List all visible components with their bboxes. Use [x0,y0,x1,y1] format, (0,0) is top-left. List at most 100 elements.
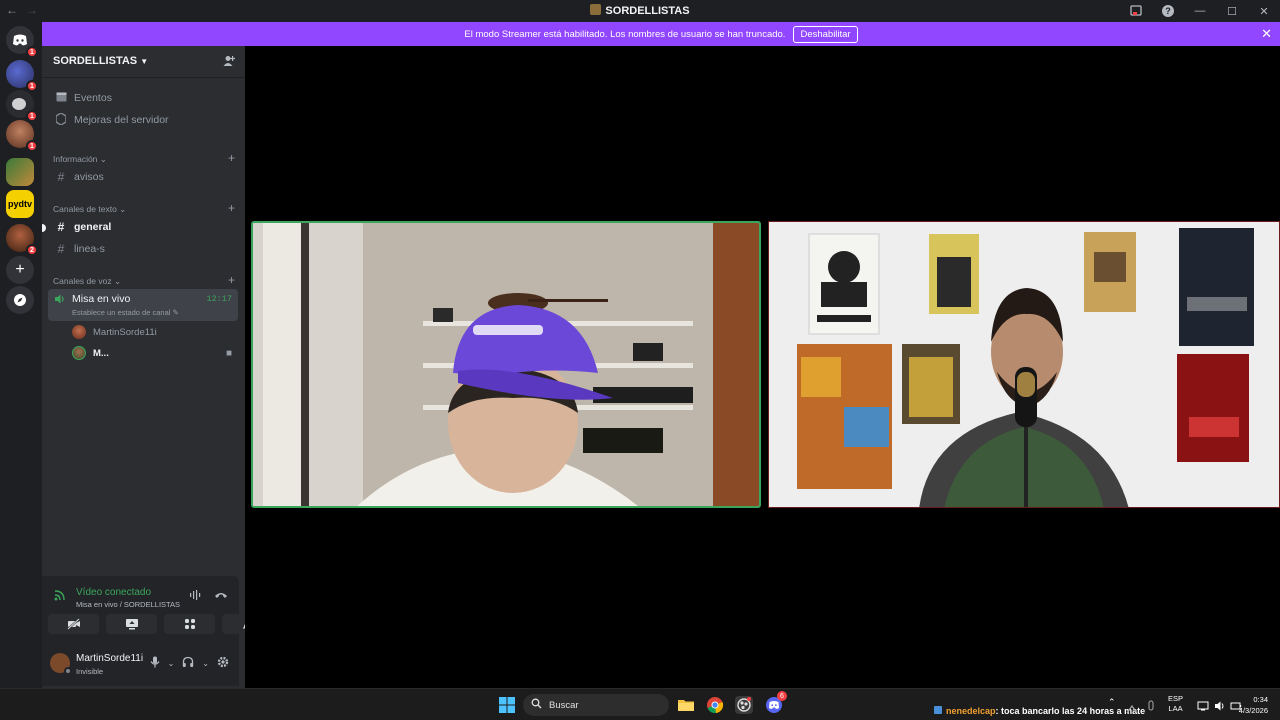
channel-linea-s[interactable]: # linea-s [50,239,238,259]
inbox-icon[interactable] [1120,0,1152,22]
language-code: ESP [1168,694,1184,703]
discord-badge: 6 [777,691,787,701]
pydtv-server-icon[interactable]: pydtv [6,190,34,218]
voice-user[interactable]: M... ■ [72,344,232,362]
taskbar-search[interactable]: Buscar [523,694,669,716]
server-icon-4[interactable] [6,158,34,186]
webcam-video-feed [769,222,1279,507]
unread-indicator [42,224,46,232]
server-icon-2[interactable]: 1 [6,90,38,122]
category-informacion[interactable]: Información ⌄ + [53,152,235,165]
maximize-button[interactable]: ☐ [1216,0,1248,22]
category-label: Información [53,154,98,164]
connection-status[interactable]: Vídeo conectado [76,587,151,598]
chevron-down-icon: ⌄ [119,204,127,214]
tray-chevron-icon[interactable]: ⌃ [1108,697,1116,708]
camera-off-button[interactable] [48,614,99,634]
server-icon-1[interactable]: 1 [6,60,38,92]
keyboard-layout: LAA [1168,704,1183,713]
banner-close-icon[interactable]: ✕ [1261,26,1272,42]
tray-app-icon[interactable] [1126,701,1138,719]
category-canales-voz[interactable]: Canales de voz ⌄ + [53,274,235,287]
channel-label: avisos [74,171,104,183]
text-channel-icon: # [57,170,65,184]
category-canales-texto[interactable]: Canales de texto ⌄ + [53,202,235,215]
avatar [72,325,86,339]
notification-badge: 1 [26,46,38,58]
speaker-icon [54,293,66,305]
video-tile-speaking[interactable] [251,221,761,508]
channel-general[interactable]: # general [50,217,238,237]
set-channel-status[interactable]: Establece un estado de canal ✎ [72,308,179,317]
volume-icon[interactable] [1214,699,1226,717]
server-list: 1 1 1 1 pydtv 2 + [0,22,42,688]
headphones-icon[interactable] [182,656,194,671]
add-channel-icon[interactable]: + [228,152,235,165]
clock-time: 0:34 [1253,695,1268,704]
activities-button[interactable] [164,614,215,634]
webcam-video-feed [253,223,759,506]
help-icon: ? [1162,5,1174,17]
voice-user[interactable]: MartinSorde11i [72,323,232,341]
server-name: SORDELLISTAS [53,55,138,67]
text-channel-icon: # [57,242,65,256]
network-icon[interactable] [1197,699,1209,717]
noise-suppression-icon[interactable] [189,589,201,604]
obs-icon[interactable] [735,696,753,714]
voice-user-name: M... [93,347,109,359]
share-screen-button[interactable] [106,614,157,634]
events-item[interactable]: Eventos [50,88,238,108]
clock[interactable]: 0:34 4/3/2026 [1239,694,1268,716]
microphone-icon[interactable] [150,656,160,671]
category-label: Canales de voz [53,276,112,286]
add-channel-icon[interactable]: + [228,202,235,215]
search-placeholder: Buscar [549,699,579,711]
language-indicator[interactable]: ESP LAA [1168,694,1183,714]
forward-arrow-icon[interactable]: → [26,3,38,17]
banner-text: El modo Streamer está habilitado. Los no… [464,28,786,40]
file-explorer-icon[interactable] [677,696,695,714]
user-name[interactable]: MartinSorde11i [76,653,143,664]
chevron-down-icon[interactable]: ⌄ [202,659,209,668]
chevron-down-icon[interactable]: ⌄ [168,659,175,668]
add-channel-icon[interactable]: + [228,274,235,287]
video-tile[interactable] [768,221,1280,508]
invite-member-icon[interactable] [223,55,236,70]
title-bar: ← → SORDELLISTAS ? — ☐ ✕ [0,0,1280,22]
close-button[interactable]: ✕ [1248,0,1280,22]
discord-logo-icon [13,34,27,46]
user-status: Invisible [76,667,104,676]
chevron-down-icon: ⌄ [99,154,107,164]
help-button[interactable]: ? [1152,0,1184,22]
discover-icon[interactable] [6,286,34,314]
channel-avisos[interactable]: # avisos [50,167,238,187]
tray-cloud-icon[interactable] [1146,699,1156,717]
direct-messages-button[interactable]: 1 [6,26,38,58]
server-icon-3[interactable]: 1 [6,120,38,152]
activities-icon [184,619,195,629]
discord-taskbar-icon[interactable]: 6 [765,691,787,714]
connection-location: Misa en vivo / SORDELLISTAS [76,600,181,609]
clock-date: 4/3/2026 [1238,706,1268,715]
add-server-icon[interactable]: + [6,256,34,284]
settings-gear-icon[interactable] [217,656,229,671]
windows-start-icon[interactable] [498,696,516,714]
notification-badge: 1 [26,80,38,92]
video-stage [245,46,1280,688]
minimize-button[interactable]: — [1184,0,1216,22]
server-header[interactable]: SORDELLISTAS ▼ [42,46,245,78]
notification-message: : toca bancarlo las 24 horas a mate [995,706,1146,716]
disconnect-icon[interactable] [214,589,228,604]
back-arrow-icon[interactable]: ← [6,3,18,17]
disable-streamer-button[interactable]: Deshabilitar [793,25,858,43]
category-label: Canales de texto [53,204,117,214]
notification-badge: 2 [26,244,38,256]
server-boosts-item[interactable]: Mejoras del servidor [50,110,238,130]
server-icon-5[interactable]: 2 [6,224,38,256]
window-title-text: SORDELLISTAS [605,5,690,17]
notification-badge: 1 [26,110,38,122]
chrome-icon[interactable] [706,696,724,714]
voice-channel-misa-en-vivo[interactable]: Misa en vivo Establece un estado de cana… [48,289,238,321]
signal-icon [54,589,66,604]
calendar-icon [54,91,68,105]
